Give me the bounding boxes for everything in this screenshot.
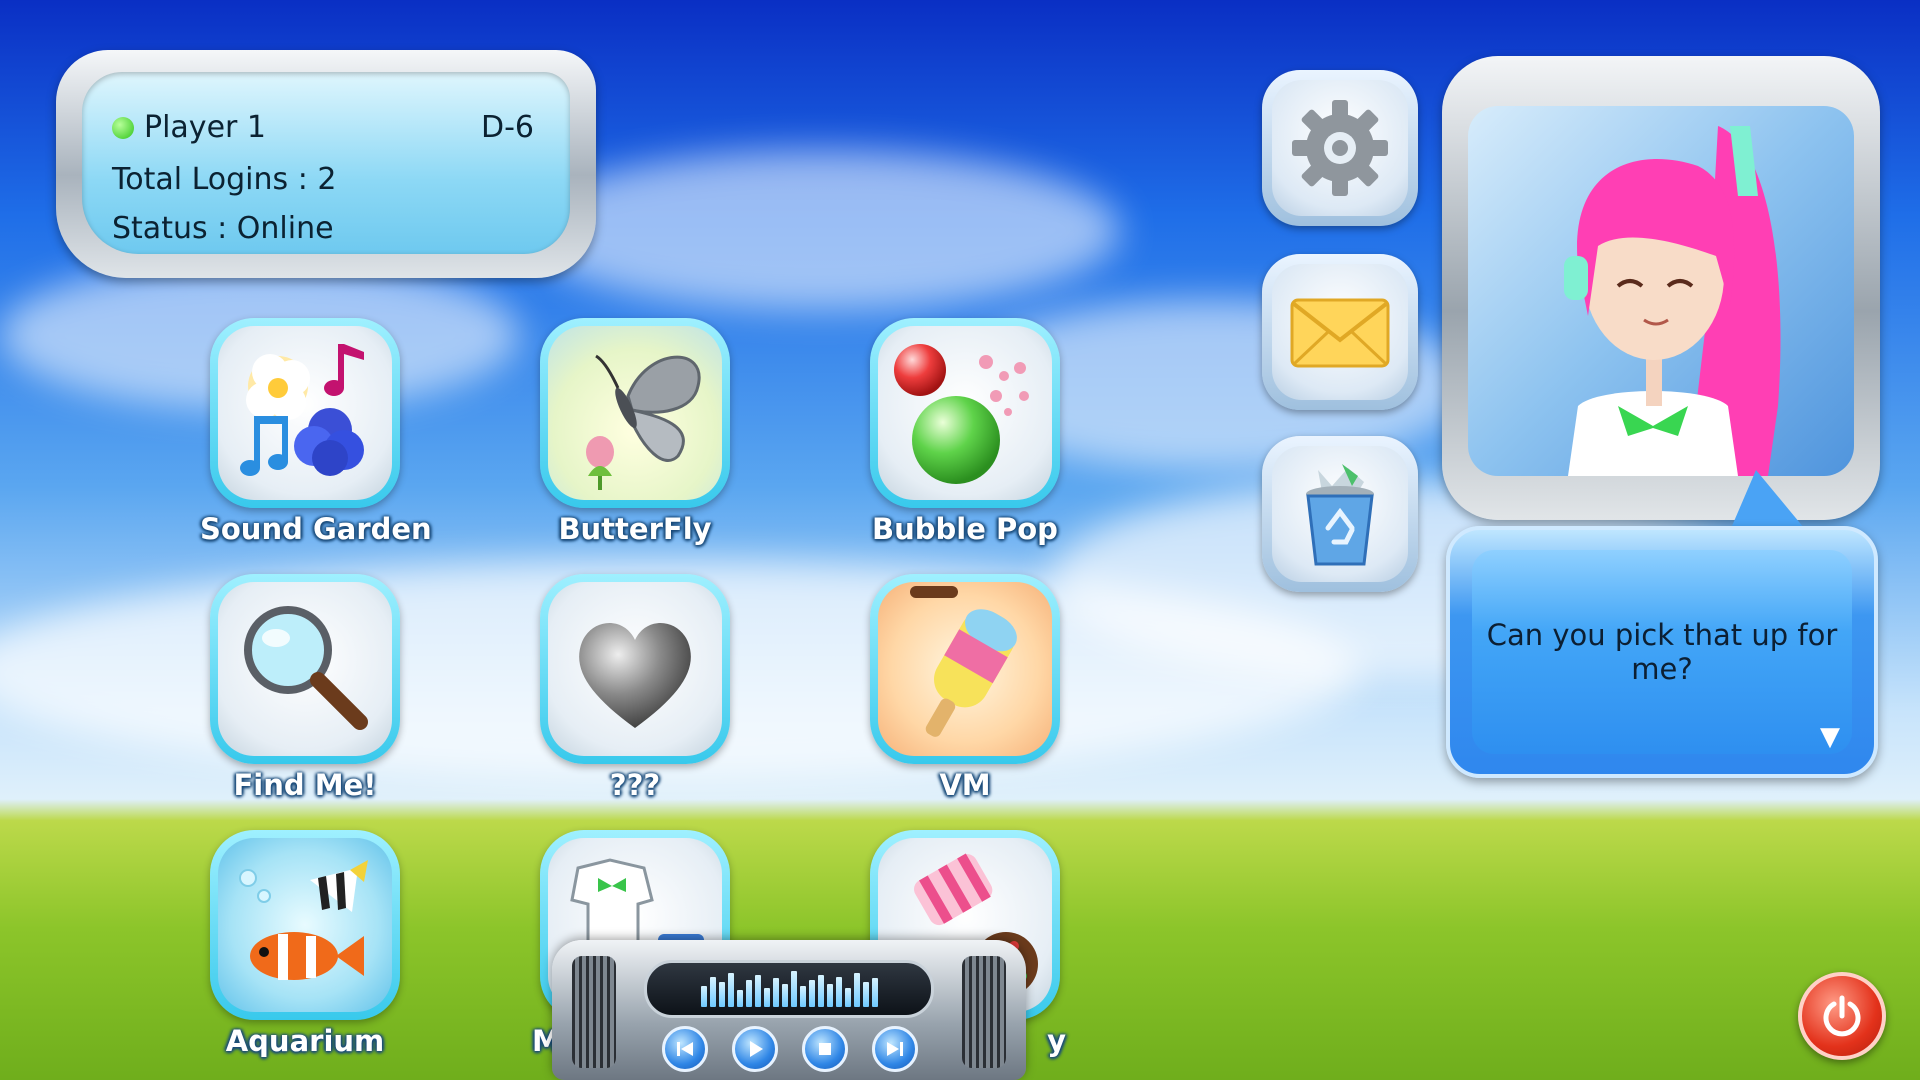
equalizer-bar bbox=[871, 978, 878, 1007]
dialogue-box[interactable]: Can you pick that up for me? ▼ bbox=[1446, 526, 1878, 778]
mail-button[interactable] bbox=[1262, 254, 1418, 410]
equalizer-bar bbox=[817, 975, 824, 1007]
equalizer-bar bbox=[709, 977, 716, 1007]
total-logins: Total Logins : 2 bbox=[112, 162, 337, 197]
butterfly-icon bbox=[548, 326, 722, 500]
previous-icon bbox=[677, 1042, 693, 1056]
heart-icon bbox=[548, 582, 722, 756]
player-name: Player 1 bbox=[144, 110, 266, 145]
next-track-button[interactable] bbox=[872, 1026, 918, 1072]
app-label: ??? bbox=[609, 768, 661, 802]
music-player bbox=[552, 940, 1026, 1080]
app-label: VM bbox=[939, 768, 991, 802]
trash-button[interactable] bbox=[1262, 436, 1418, 592]
gear-icon bbox=[1292, 100, 1388, 196]
power-icon bbox=[1823, 995, 1861, 1037]
equalizer-bar bbox=[790, 971, 797, 1007]
equalizer-bar bbox=[862, 982, 869, 1007]
recycle-bin-icon bbox=[1306, 464, 1374, 566]
flower-music-icon bbox=[218, 326, 392, 500]
equalizer-bar bbox=[700, 986, 707, 1007]
app-label: ButterFly bbox=[558, 512, 712, 546]
play-button[interactable] bbox=[732, 1026, 778, 1072]
equalizer-bar bbox=[772, 978, 779, 1007]
companion-portrait bbox=[1468, 106, 1854, 476]
equalizer-bar bbox=[781, 984, 788, 1007]
equalizer-display bbox=[644, 960, 934, 1018]
app-label: Find Me! bbox=[233, 768, 377, 802]
cloud bbox=[520, 150, 1120, 310]
settings-button[interactable] bbox=[1262, 70, 1418, 226]
stop-icon bbox=[819, 1043, 831, 1055]
app-label: Aquarium bbox=[225, 1024, 385, 1058]
popsicle-icon bbox=[878, 582, 1052, 756]
bubbles-icon bbox=[878, 326, 1052, 500]
play-icon bbox=[750, 1041, 763, 1057]
next-arrow-icon[interactable]: ▼ bbox=[1820, 722, 1840, 752]
online-status: Status : Online bbox=[112, 211, 334, 246]
mail-icon bbox=[1290, 298, 1390, 368]
app-locked[interactable]: ??? bbox=[530, 574, 740, 802]
app-vm[interactable]: VM bbox=[860, 574, 1070, 802]
app-label: Bubble Pop bbox=[872, 512, 1058, 546]
online-indicator-icon bbox=[112, 117, 134, 139]
app-find-me[interactable]: Find Me! bbox=[200, 574, 410, 802]
equalizer-bar bbox=[844, 988, 851, 1007]
player-code: D-6 bbox=[480, 110, 534, 145]
equalizer-bar bbox=[826, 984, 833, 1007]
equalizer-bar bbox=[808, 980, 815, 1007]
app-butterfly[interactable]: ButterFly bbox=[530, 318, 740, 546]
player-status-panel: Player 1 D-6 Total Logins : 2 Status : O… bbox=[56, 50, 596, 278]
equalizer-bar bbox=[718, 982, 725, 1007]
next-icon bbox=[887, 1042, 903, 1056]
equalizer-bar bbox=[799, 986, 806, 1007]
app-label: Sound Garden bbox=[200, 512, 432, 546]
previous-track-button[interactable] bbox=[662, 1026, 708, 1072]
equalizer-bar bbox=[745, 980, 752, 1007]
fish-icon bbox=[218, 838, 392, 1012]
app-sound-garden[interactable]: Sound Garden bbox=[200, 318, 432, 546]
equalizer-bar bbox=[736, 990, 743, 1007]
equalizer-bar bbox=[727, 973, 734, 1007]
dialogue-text: Can you pick that up for me? bbox=[1486, 618, 1838, 686]
equalizer-bar bbox=[853, 973, 860, 1007]
magnifier-icon bbox=[218, 582, 392, 756]
right-speaker bbox=[962, 956, 1006, 1068]
power-button[interactable] bbox=[1798, 972, 1886, 1060]
companion-portrait-frame bbox=[1442, 56, 1880, 520]
equalizer-bar bbox=[763, 988, 770, 1007]
equalizer-bar bbox=[835, 977, 842, 1007]
app-aquarium[interactable]: Aquarium bbox=[200, 830, 410, 1058]
app-bubble-pop[interactable]: Bubble Pop bbox=[860, 318, 1070, 546]
left-speaker bbox=[572, 956, 616, 1068]
equalizer-bar bbox=[754, 975, 761, 1007]
stop-button[interactable] bbox=[802, 1026, 848, 1072]
